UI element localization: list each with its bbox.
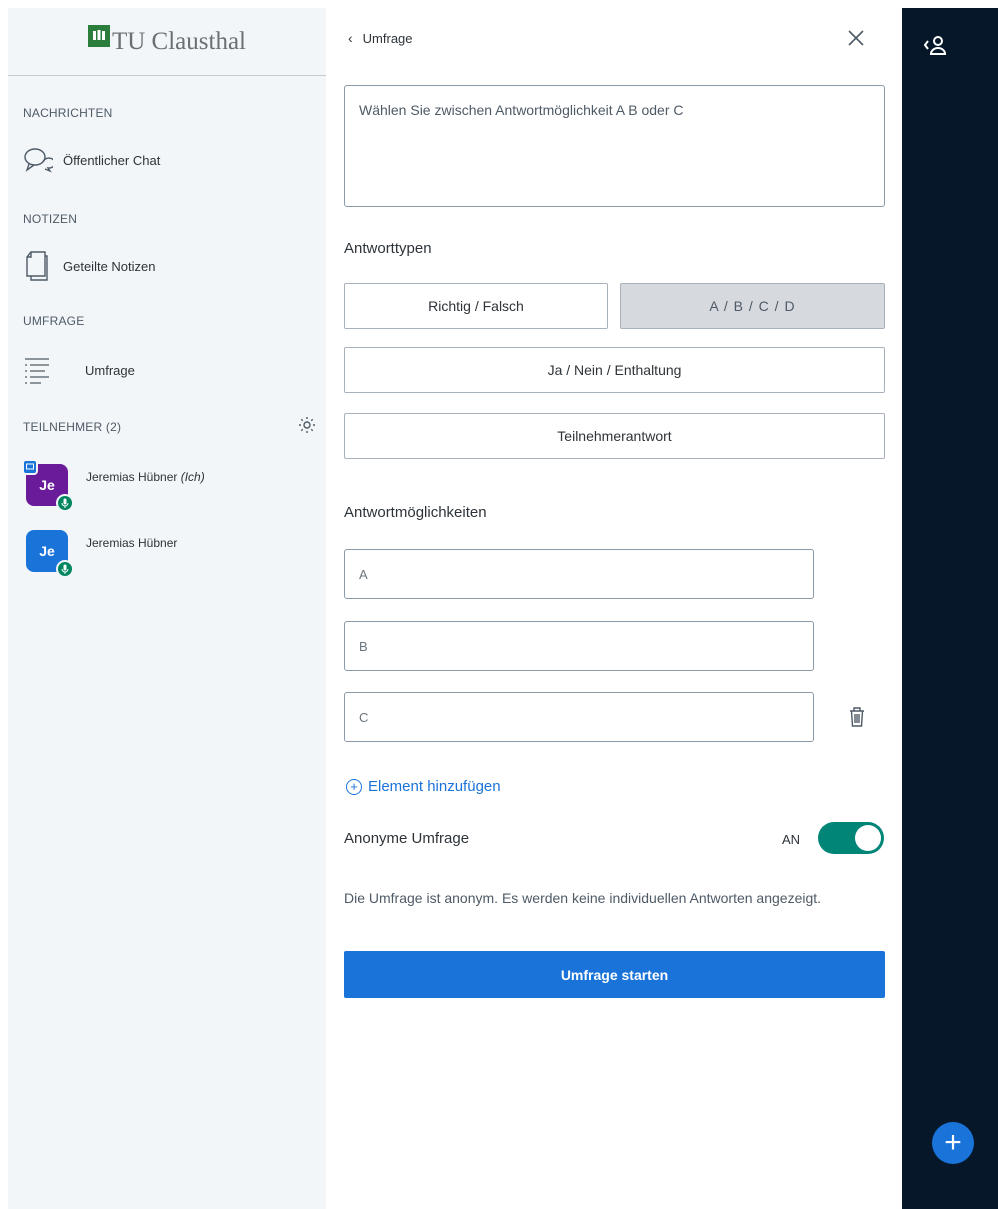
anonymous-description: Die Umfrage ist anonym. Es werden keine … — [344, 890, 822, 906]
sidebar-item-poll[interactable]: Umfrage — [23, 352, 135, 388]
question-textarea[interactable]: Wählen Sie zwischen Antwortmöglichkeit A… — [344, 85, 885, 207]
section-title-messages: NACHRICHTEN — [23, 106, 113, 120]
logo-crest-icon — [87, 24, 110, 47]
avatar: Je — [22, 459, 74, 512]
participant-self-tag: (Ich) — [180, 470, 205, 484]
microphone-icon — [56, 560, 74, 578]
section-title-participants: TEILNEHMER (2) — [23, 420, 122, 434]
type-yes-no-abstain-button[interactable]: Ja / Nein / Enthaltung — [344, 347, 885, 393]
option-input[interactable]: C — [344, 692, 814, 742]
sidebar-item-public-chat[interactable]: Öffentlicher Chat — [23, 142, 160, 178]
back-button[interactable]: ‹ Umfrage — [348, 30, 413, 46]
toggle-state-label: AN — [782, 832, 801, 847]
start-poll-button[interactable]: Umfrage starten — [344, 951, 885, 998]
close-icon[interactable] — [844, 26, 868, 50]
type-abcd-button[interactable]: A / B / C / D — [620, 283, 885, 329]
right-bar: + — [902, 8, 998, 1209]
poll-panel: ‹ Umfrage Wählen Sie zwischen Antwortmög… — [326, 8, 902, 1209]
add-circle-icon: + — [346, 778, 362, 795]
sidebar: TU Clausthal NACHRICHTEN Öffentlicher Ch… — [8, 8, 326, 1209]
poll-list-icon — [23, 352, 85, 388]
option-input[interactable]: B — [344, 621, 814, 671]
section-title-notes: NOTIZEN — [23, 212, 78, 226]
presenter-icon — [22, 459, 38, 475]
options-label: Antwortmöglichkeiten — [344, 504, 487, 521]
microphone-icon — [56, 494, 74, 512]
type-true-false-button[interactable]: Richtig / Falsch — [344, 283, 608, 329]
sidebar-item-label: Geteilte Notizen — [63, 258, 156, 274]
participant-name-text: Jeremias Hübner — [86, 470, 178, 484]
sidebar-item-shared-notes[interactable]: Geteilte Notizen — [23, 248, 156, 284]
participant-name: Jeremias Hübner — [86, 536, 178, 550]
back-label: Umfrage — [362, 30, 413, 46]
logo: TU Clausthal — [8, 8, 326, 76]
participant-name: Jeremias Hübner (Ich) — [86, 470, 205, 484]
type-user-response-button[interactable]: Teilnehmerantwort — [344, 413, 885, 459]
logo-text: TU Clausthal — [111, 27, 246, 55]
participant-item[interactable]: Je Jeremias Hübner (Ich) — [22, 459, 205, 512]
sidebar-item-label: Umfrage — [85, 362, 135, 378]
add-item-button[interactable]: + Element hinzufügen — [346, 778, 501, 795]
anonymous-poll-label: Anonyme Umfrage — [344, 830, 470, 847]
gear-icon[interactable] — [298, 416, 316, 434]
trash-icon[interactable] — [848, 706, 866, 728]
notes-icon — [23, 248, 63, 284]
chat-icon — [23, 142, 63, 178]
sidebar-item-label: Öffentlicher Chat — [63, 152, 161, 168]
add-action-button[interactable]: + — [932, 1122, 974, 1164]
participant-item[interactable]: Je Jeremias Hübner — [26, 530, 178, 578]
avatar-initials: Je — [39, 543, 55, 559]
toggle-knob — [855, 825, 881, 851]
option-input[interactable]: A — [344, 549, 814, 599]
anonymous-toggle[interactable] — [818, 822, 884, 854]
answer-types-label: Antworttypen — [344, 240, 432, 257]
add-item-label: Element hinzufügen — [368, 778, 501, 795]
section-title-poll: UMFRAGE — [23, 314, 85, 328]
avatar: Je — [26, 530, 74, 578]
user-list-toggle-icon[interactable] — [922, 34, 950, 56]
chevron-left-icon: ‹ — [348, 30, 353, 46]
avatar-initials: Je — [39, 477, 55, 493]
